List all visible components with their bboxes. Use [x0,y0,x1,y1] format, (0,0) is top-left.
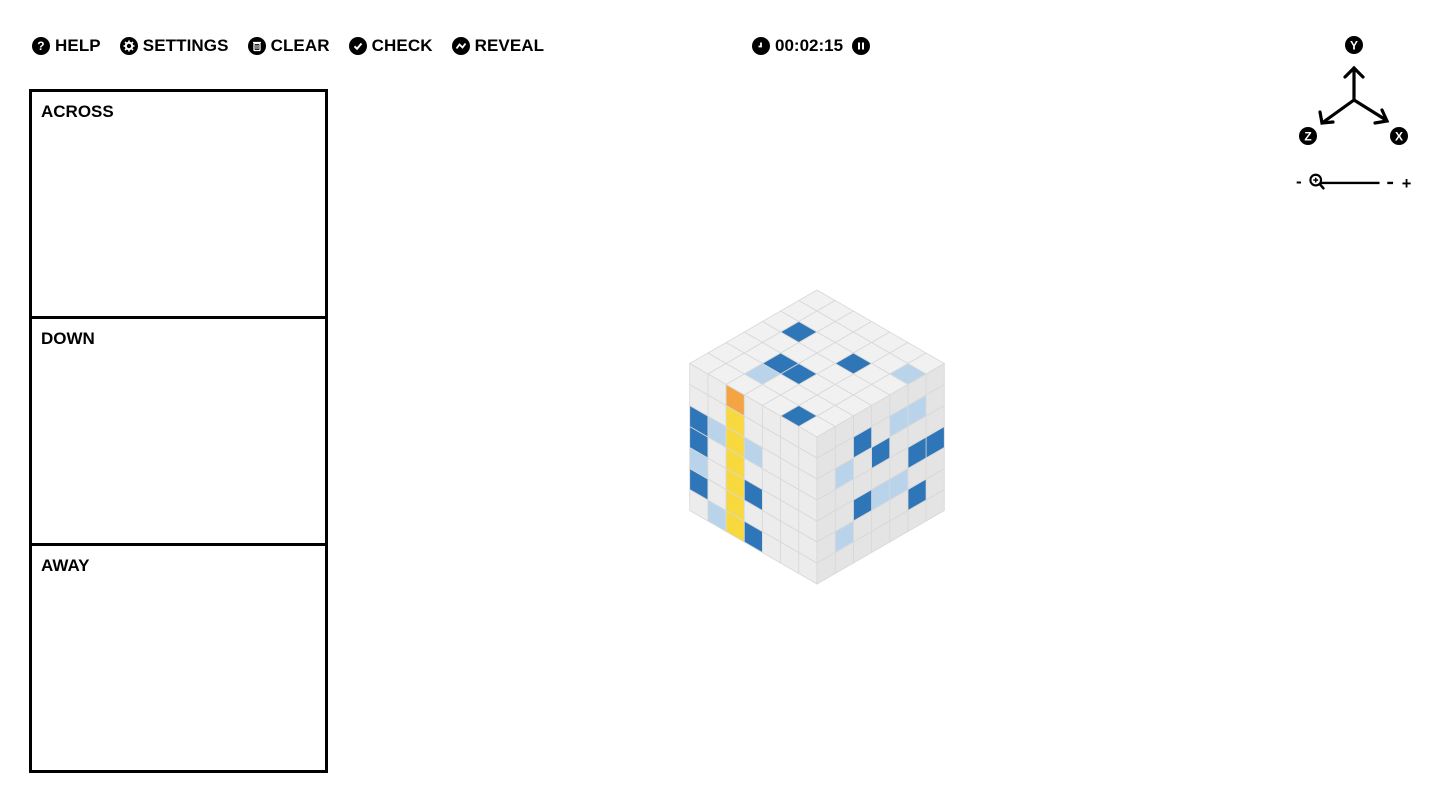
y-axis-label: Y [1350,39,1358,53]
clock-icon [752,37,770,55]
axis-orientation-widget[interactable]: Y Z X [1290,30,1420,160]
reveal-button[interactable]: REVEAL [451,36,545,56]
zoom-slider[interactable]: + [1308,172,1414,192]
settings-button[interactable]: SETTINGS [119,36,229,56]
axis-arrows [1318,65,1390,125]
help-label: HELP [55,36,101,55]
z-axis-badge: Z [1299,127,1317,145]
gear-icon [119,37,138,55]
check-button[interactable]: CHECK [348,36,433,56]
away-title: AWAY [41,556,90,575]
away-clues-box: AWAY [29,543,328,773]
clue-panel: ACROSS DOWN AWAY [29,89,328,773]
clear-button[interactable]: CLEAR [247,36,330,56]
zoom-out-button[interactable]: - [1296,172,1302,192]
zoom-slider-handle[interactable] [1379,181,1387,185]
settings-label: SETTINGS [142,36,229,55]
across-clues-box: ACROSS [29,89,328,319]
check-label: CHECK [371,36,433,55]
away-clue-list[interactable] [41,582,316,764]
reveal-label: REVEAL [474,36,545,55]
crossword-cube[interactable] [660,255,970,615]
zoom-in-button[interactable]: + [1401,175,1411,192]
reveal-icon [451,37,470,55]
x-axis-label: X [1395,130,1403,144]
trash-icon [247,37,266,55]
down-clue-list[interactable] [41,355,316,537]
pause-icon[interactable] [852,37,871,55]
check-icon [348,37,367,55]
down-title: DOWN [41,329,95,348]
zoom-control: - + [1296,171,1414,193]
question-icon: ? [32,37,50,55]
across-clue-list[interactable] [41,128,316,310]
timer: 00:02:15 [752,34,871,58]
x-axis-badge: X [1390,127,1408,145]
toolbar: ? HELP SETTINGS CLEAR CHECK REVEAL [32,34,563,58]
timer-value: 00:02:15 [775,36,844,55]
help-button[interactable]: ? HELP [32,36,101,56]
clear-label: CLEAR [270,36,330,55]
across-title: ACROSS [41,102,114,121]
zoom-icon[interactable] [1309,173,1325,190]
down-clues-box: DOWN [29,316,328,546]
z-axis-label: Z [1304,130,1311,144]
y-axis-badge: Y [1345,36,1363,54]
